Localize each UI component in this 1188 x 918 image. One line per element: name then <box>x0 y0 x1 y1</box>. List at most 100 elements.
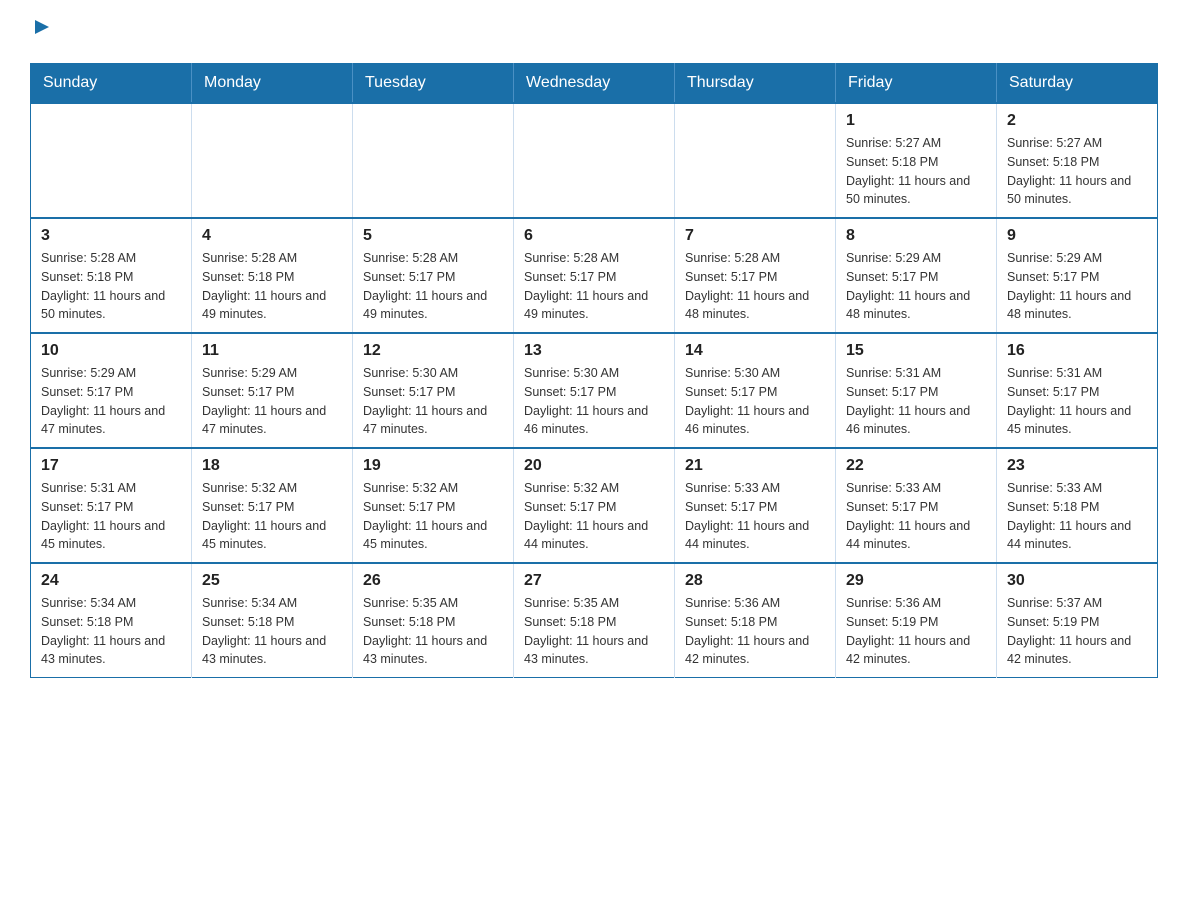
day-number: 12 <box>363 342 503 360</box>
day-info: Sunrise: 5:27 AM Sunset: 5:18 PM Dayligh… <box>1007 134 1147 209</box>
calendar-header: SundayMondayTuesdayWednesdayThursdayFrid… <box>31 64 1158 104</box>
day-number: 24 <box>41 572 181 590</box>
day-number: 22 <box>846 457 986 475</box>
calendar-cell <box>353 103 514 218</box>
calendar-cell: 22 Sunrise: 5:33 AM Sunset: 5:17 PM Dayli… <box>836 448 997 563</box>
day-info: Sunrise: 5:29 AM Sunset: 5:17 PM Dayligh… <box>1007 249 1147 324</box>
day-number: 30 <box>1007 572 1147 590</box>
calendar-week-3: 10 Sunrise: 5:29 AM Sunset: 5:17 PM Dayli… <box>31 333 1158 448</box>
calendar-cell: 12 Sunrise: 5:30 AM Sunset: 5:17 PM Dayli… <box>353 333 514 448</box>
calendar-cell: 13Sunrise: 5:30 AM Sunset: 5:17 PM Dayli… <box>514 333 675 448</box>
day-info: Sunrise: 5:31 AM Sunset: 5:17 PM Dayligh… <box>41 479 181 554</box>
calendar-cell: 26 Sunrise: 5:35 AM Sunset: 5:18 PM Dayli… <box>353 563 514 678</box>
calendar-cell: 18 Sunrise: 5:32 AM Sunset: 5:17 PM Dayli… <box>192 448 353 563</box>
day-info: Sunrise: 5:32 AM Sunset: 5:17 PM Dayligh… <box>524 479 664 554</box>
day-number: 6 <box>524 227 664 245</box>
day-info: Sunrise: 5:33 AM Sunset: 5:18 PM Dayligh… <box>1007 479 1147 554</box>
calendar-cell: 8Sunrise: 5:29 AM Sunset: 5:17 PM Daylig… <box>836 218 997 333</box>
calendar-cell: 10 Sunrise: 5:29 AM Sunset: 5:17 PM Dayli… <box>31 333 192 448</box>
weekday-header-tuesday: Tuesday <box>353 64 514 104</box>
day-info: Sunrise: 5:28 AM Sunset: 5:18 PM Dayligh… <box>41 249 181 324</box>
day-info: Sunrise: 5:30 AM Sunset: 5:17 PM Dayligh… <box>363 364 503 439</box>
calendar-cell <box>675 103 836 218</box>
day-info: Sunrise: 5:29 AM Sunset: 5:17 PM Dayligh… <box>202 364 342 439</box>
logo-arrow-icon <box>33 18 51 41</box>
day-number: 7 <box>685 227 825 245</box>
day-info: Sunrise: 5:33 AM Sunset: 5:17 PM Dayligh… <box>846 479 986 554</box>
calendar-cell <box>31 103 192 218</box>
day-number: 23 <box>1007 457 1147 475</box>
calendar-week-4: 17 Sunrise: 5:31 AM Sunset: 5:17 PM Dayli… <box>31 448 1158 563</box>
calendar-week-2: 3 Sunrise: 5:28 AM Sunset: 5:18 PM Daylig… <box>31 218 1158 333</box>
calendar-cell <box>192 103 353 218</box>
calendar-cell: 15 Sunrise: 5:31 AM Sunset: 5:17 PM Dayli… <box>836 333 997 448</box>
logo <box>30 20 51 43</box>
calendar-cell: 6 Sunrise: 5:28 AM Sunset: 5:17 PM Daylig… <box>514 218 675 333</box>
day-info: Sunrise: 5:35 AM Sunset: 5:18 PM Dayligh… <box>363 594 503 669</box>
day-number: 1 <box>846 112 986 130</box>
calendar-cell: 1 Sunrise: 5:27 AM Sunset: 5:18 PM Daylig… <box>836 103 997 218</box>
day-info: Sunrise: 5:28 AM Sunset: 5:17 PM Dayligh… <box>524 249 664 324</box>
weekday-header-thursday: Thursday <box>675 64 836 104</box>
day-number: 9 <box>1007 227 1147 245</box>
weekday-header-wednesday: Wednesday <box>514 64 675 104</box>
day-number: 21 <box>685 457 825 475</box>
day-info: Sunrise: 5:28 AM Sunset: 5:17 PM Dayligh… <box>363 249 503 324</box>
weekday-header-row: SundayMondayTuesdayWednesdayThursdayFrid… <box>31 64 1158 104</box>
day-number: 3 <box>41 227 181 245</box>
calendar-cell: 24Sunrise: 5:34 AM Sunset: 5:18 PM Dayli… <box>31 563 192 678</box>
day-number: 25 <box>202 572 342 590</box>
calendar-cell: 27Sunrise: 5:35 AM Sunset: 5:18 PM Dayli… <box>514 563 675 678</box>
calendar-cell: 17 Sunrise: 5:31 AM Sunset: 5:17 PM Dayli… <box>31 448 192 563</box>
calendar-cell: 19 Sunrise: 5:32 AM Sunset: 5:17 PM Dayli… <box>353 448 514 563</box>
day-number: 19 <box>363 457 503 475</box>
day-number: 2 <box>1007 112 1147 130</box>
day-info: Sunrise: 5:35 AM Sunset: 5:18 PM Dayligh… <box>524 594 664 669</box>
day-info: Sunrise: 5:32 AM Sunset: 5:17 PM Dayligh… <box>363 479 503 554</box>
weekday-header-saturday: Saturday <box>997 64 1158 104</box>
day-info: Sunrise: 5:32 AM Sunset: 5:17 PM Dayligh… <box>202 479 342 554</box>
day-number: 17 <box>41 457 181 475</box>
day-number: 18 <box>202 457 342 475</box>
calendar-cell: 30Sunrise: 5:37 AM Sunset: 5:19 PM Dayli… <box>997 563 1158 678</box>
day-number: 15 <box>846 342 986 360</box>
weekday-header-friday: Friday <box>836 64 997 104</box>
calendar-cell: 4 Sunrise: 5:28 AM Sunset: 5:18 PM Daylig… <box>192 218 353 333</box>
weekday-header-sunday: Sunday <box>31 64 192 104</box>
day-number: 8 <box>846 227 986 245</box>
day-number: 13 <box>524 342 664 360</box>
day-number: 10 <box>41 342 181 360</box>
day-info: Sunrise: 5:33 AM Sunset: 5:17 PM Dayligh… <box>685 479 825 554</box>
day-info: Sunrise: 5:28 AM Sunset: 5:17 PM Dayligh… <box>685 249 825 324</box>
calendar-cell: 16 Sunrise: 5:31 AM Sunset: 5:17 PM Dayli… <box>997 333 1158 448</box>
day-number: 29 <box>846 572 986 590</box>
day-number: 20 <box>524 457 664 475</box>
day-number: 14 <box>685 342 825 360</box>
calendar-cell: 25 Sunrise: 5:34 AM Sunset: 5:18 PM Dayli… <box>192 563 353 678</box>
day-info: Sunrise: 5:28 AM Sunset: 5:18 PM Dayligh… <box>202 249 342 324</box>
day-info: Sunrise: 5:34 AM Sunset: 5:18 PM Dayligh… <box>202 594 342 669</box>
day-info: Sunrise: 5:36 AM Sunset: 5:18 PM Dayligh… <box>685 594 825 669</box>
calendar-table: SundayMondayTuesdayWednesdayThursdayFrid… <box>30 63 1158 678</box>
day-info: Sunrise: 5:31 AM Sunset: 5:17 PM Dayligh… <box>846 364 986 439</box>
calendar-week-5: 24 Sunrise: 5:34 AM Sunset: 5:18 PM Dayli… <box>31 563 1158 678</box>
day-number: 16 <box>1007 342 1147 360</box>
day-info: Sunrise: 5:27 AM Sunset: 5:18 PM Dayligh… <box>846 134 986 209</box>
day-info: Sunrise: 5:29 AM Sunset: 5:17 PM Dayligh… <box>41 364 181 439</box>
day-number: 11 <box>202 342 342 360</box>
calendar-cell: 3 Sunrise: 5:28 AM Sunset: 5:18 PM Daylig… <box>31 218 192 333</box>
calendar-cell: 29Sunrise: 5:36 AM Sunset: 5:19 PM Dayli… <box>836 563 997 678</box>
calendar-cell: 7 Sunrise: 5:28 AM Sunset: 5:17 PM Daylig… <box>675 218 836 333</box>
calendar-cell: 11 Sunrise: 5:29 AM Sunset: 5:17 PM Dayli… <box>192 333 353 448</box>
calendar-body: 1 Sunrise: 5:27 AM Sunset: 5:18 PM Daylig… <box>31 103 1158 678</box>
calendar-cell: 20 Sunrise: 5:32 AM Sunset: 5:17 PM Dayli… <box>514 448 675 563</box>
calendar-cell: 5Sunrise: 5:28 AM Sunset: 5:17 PM Daylig… <box>353 218 514 333</box>
day-number: 4 <box>202 227 342 245</box>
day-number: 26 <box>363 572 503 590</box>
calendar-cell: 23 Sunrise: 5:33 AM Sunset: 5:18 PM Dayli… <box>997 448 1158 563</box>
calendar-cell: 28 Sunrise: 5:36 AM Sunset: 5:18 PM Dayli… <box>675 563 836 678</box>
day-number: 28 <box>685 572 825 590</box>
day-info: Sunrise: 5:31 AM Sunset: 5:17 PM Dayligh… <box>1007 364 1147 439</box>
calendar-cell: 9 Sunrise: 5:29 AM Sunset: 5:17 PM Daylig… <box>997 218 1158 333</box>
calendar-cell: 21 Sunrise: 5:33 AM Sunset: 5:17 PM Dayli… <box>675 448 836 563</box>
